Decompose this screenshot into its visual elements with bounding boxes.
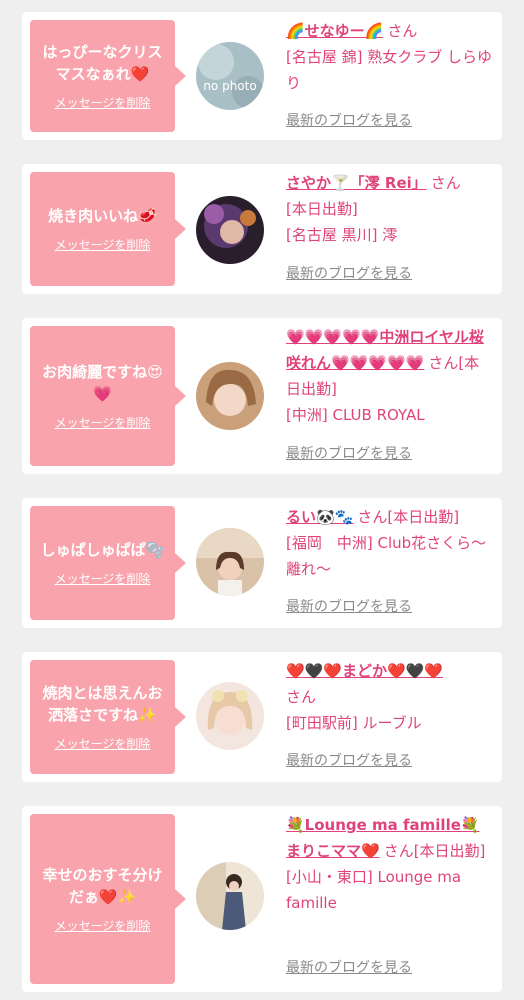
message-card: 幸せのおすそ分けだぁ❤️✨ メッセージを削除 💐Lounge ma famill… <box>22 806 502 992</box>
message-list: はっぴーなクリスマスなぁれ❤️ メッセージを削除 no photo 🌈せなゆー🌈… <box>0 0 524 1000</box>
latest-blog-link[interactable]: 最新のブログを見る <box>286 597 412 617</box>
avatar[interactable] <box>196 528 264 596</box>
avatar[interactable] <box>196 362 264 430</box>
message-bubble: はっぴーなクリスマスなぁれ❤️ メッセージを削除 <box>30 20 186 132</box>
message-text: はっぴーなクリスマスなぁれ❤️ <box>42 43 163 83</box>
cast-name-link[interactable]: ❤️🖤❤️まどか❤️🖤❤️ <box>286 662 443 680</box>
san-suffix: さん <box>357 508 388 526</box>
delete-message-link[interactable]: メッセージを削除 <box>55 95 151 111</box>
working-today-badge: [本日出勤] <box>413 842 486 860</box>
cast-name-link[interactable]: るい🐼🐾 <box>286 508 353 526</box>
shop-location: [小山・東口] Lounge ma famille <box>286 868 462 912</box>
cast-name-link[interactable]: 🌈せなゆー🌈 <box>286 22 383 40</box>
message-card: お肉綺麗ですね😍💗 メッセージを削除 💗💗💗💗💗中洲ロイヤル桜咲れん💗💗💗💗💗 さ… <box>22 318 502 474</box>
message-bubble: 焼肉とは思えんお洒落さですね✨ メッセージを削除 <box>30 660 186 774</box>
avatar[interactable] <box>196 682 264 750</box>
latest-blog-link[interactable]: 最新のブログを見る <box>286 111 412 131</box>
message-bubble: しゅぱしゅぱぱ🫧 メッセージを削除 <box>30 506 186 620</box>
delete-message-link[interactable]: メッセージを削除 <box>55 918 151 934</box>
latest-blog-link[interactable]: 最新のブログを見る <box>286 958 412 978</box>
message-card: 焼肉とは思えんお洒落さですね✨ メッセージを削除 ❤️🖤❤️まどか❤️🖤❤️ さ… <box>22 652 502 782</box>
latest-blog-link[interactable]: 最新のブログを見る <box>286 444 412 464</box>
avatar[interactable] <box>196 196 264 264</box>
san-suffix: さん <box>428 354 459 372</box>
shop-location: [中洲] CLUB ROYAL <box>286 406 425 424</box>
shop-location: [名古屋 黒川] 澪 <box>286 226 398 244</box>
message-card: はっぴーなクリスマスなぁれ❤️ メッセージを削除 no photo 🌈せなゆー🌈… <box>22 12 502 140</box>
delete-message-link[interactable]: メッセージを削除 <box>55 237 151 253</box>
cast-info: るい🐼🐾 さん[本日出勤] [福岡 中洲] Club花さくら～離れ～ <box>286 504 494 582</box>
working-today-badge: [本日出勤] <box>286 200 358 218</box>
message-text: 焼き肉いいね🥩 <box>48 207 157 225</box>
avatar[interactable] <box>196 862 264 930</box>
message-card: しゅぱしゅぱぱ🫧 メッセージを削除 るい🐼🐾 さん[本日出勤] [福岡 中洲] C… <box>22 498 502 628</box>
message-text: 焼肉とは思えんお洒落さですね✨ <box>42 684 163 724</box>
cast-info: 💗💗💗💗💗中洲ロイヤル桜咲れん💗💗💗💗💗 さん[本日出勤] [中洲] CLUB R… <box>286 324 494 428</box>
message-bubble: 焼き肉いいね🥩 メッセージを削除 <box>30 172 186 286</box>
working-today-badge: [本日出勤] <box>387 508 460 526</box>
latest-blog-link[interactable]: 最新のブログを見る <box>286 264 412 284</box>
san-suffix: さん <box>286 688 317 706</box>
delete-message-link[interactable]: メッセージを削除 <box>55 571 151 587</box>
cast-info: 🌈せなゆー🌈 さん [名古屋 錦] 熟女クラブ しらゆり <box>286 18 494 96</box>
shop-location: [福岡 中洲] Club花さくら～離れ～ <box>286 534 487 578</box>
delete-message-link[interactable]: メッセージを削除 <box>55 736 151 752</box>
message-text: お肉綺麗ですね😍💗 <box>42 363 163 403</box>
san-suffix: さん <box>383 842 414 860</box>
shop-location: [町田駅前] ルーブル <box>286 714 422 732</box>
san-suffix: さん <box>430 174 461 192</box>
message-bubble: 幸せのおすそ分けだぁ❤️✨ メッセージを削除 <box>30 814 186 984</box>
cast-info: 💐Lounge ma famille💐まりこママ❤️ さん[本日出勤] [小山・東… <box>286 812 494 916</box>
avatar[interactable]: no photo <box>196 42 264 110</box>
message-bubble: お肉綺麗ですね😍💗 メッセージを削除 <box>30 326 186 466</box>
cast-name-link[interactable]: さやか🍸「澪 Rei」 <box>286 174 427 192</box>
message-card: 焼き肉いいね🥩 メッセージを削除 さやか🍸「澪 Rei」 さん [本日出勤] [名… <box>22 164 502 294</box>
message-text: しゅぱしゅぱぱ🫧 <box>40 541 165 559</box>
latest-blog-link[interactable]: 最新のブログを見る <box>286 751 412 771</box>
cast-info: さやか🍸「澪 Rei」 さん [本日出勤] [名古屋 黒川] 澪 <box>286 170 494 248</box>
message-text: 幸せのおすそ分けだぁ❤️✨ <box>42 866 163 906</box>
san-suffix: さん <box>387 22 418 40</box>
no-photo-label: no photo <box>203 79 256 93</box>
delete-message-link[interactable]: メッセージを削除 <box>55 415 151 431</box>
cast-info: ❤️🖤❤️まどか❤️🖤❤️ さん [町田駅前] ルーブル <box>286 658 494 736</box>
shop-location: [名古屋 錦] 熟女クラブ しらゆり <box>286 48 493 92</box>
